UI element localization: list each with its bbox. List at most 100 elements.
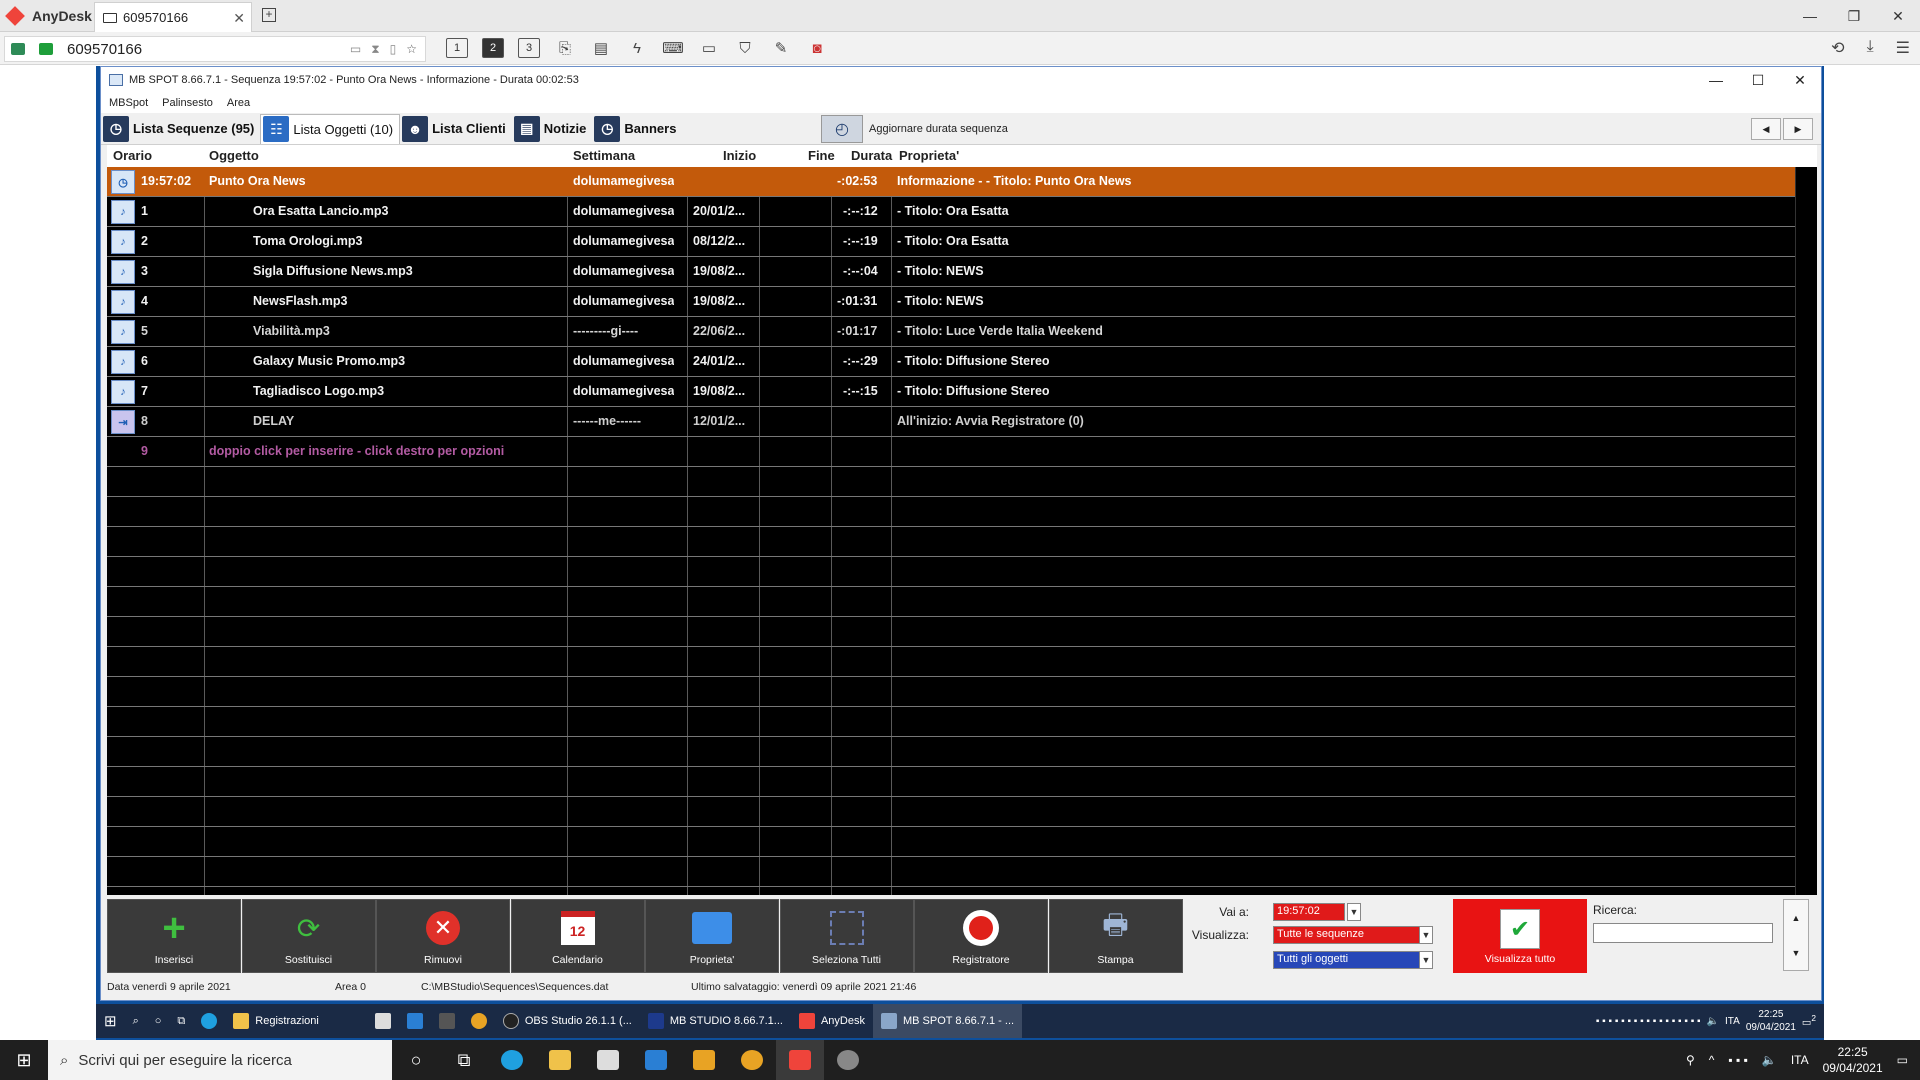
- tray-icons[interactable]: ▪ ▪ ▪: [1728, 1053, 1747, 1067]
- table-row[interactable]: ♪ 7 Tagliadisco Logo.mp3 dolumamegivesa …: [107, 377, 1795, 407]
- table-row[interactable]: ⇥ 8 DELAY ------me------ 12/01/2... All'…: [107, 407, 1795, 437]
- empty-row[interactable]: [107, 707, 1795, 737]
- display-1-button[interactable]: 1: [446, 38, 468, 58]
- explorer-icon[interactable]: [536, 1040, 584, 1080]
- tool-app-icon[interactable]: [824, 1040, 872, 1080]
- remote-task-anydesk[interactable]: AnyDesk: [791, 1004, 873, 1038]
- arrow-left-icon[interactable]: ◀: [1751, 118, 1781, 140]
- close-icon[interactable]: ✕: [1876, 4, 1920, 28]
- empty-row[interactable]: [107, 767, 1795, 797]
- rimuovi-button[interactable]: ✕ Rimuovi: [376, 899, 510, 973]
- menu-icon[interactable]: ☰: [1896, 38, 1910, 58]
- cortana-icon[interactable]: ○: [392, 1040, 440, 1080]
- table-row[interactable]: ♪ 4 NewsFlash.mp3 dolumamegivesa 19/08/2…: [107, 287, 1795, 317]
- stampa-button[interactable]: 🖶 Stampa: [1048, 899, 1183, 973]
- table-row[interactable]: ♪ 1 Ora Esatta Lancio.mp3 dolumamegivesa…: [107, 197, 1795, 227]
- remote-start-button[interactable]: ⊞: [96, 1004, 125, 1038]
- local-language[interactable]: ITA: [1791, 1053, 1809, 1067]
- empty-row[interactable]: [107, 557, 1795, 587]
- anydesk-taskbar-icon[interactable]: [776, 1040, 824, 1080]
- view-objects-select[interactable]: Tutti gli oggetti: [1273, 951, 1433, 969]
- empty-row[interactable]: [107, 797, 1795, 827]
- remote-task-obs[interactable]: OBS Studio 26.1.1 (...: [495, 1004, 640, 1038]
- col-proprieta[interactable]: Proprieta': [899, 148, 959, 163]
- restore-icon[interactable]: ❐: [1832, 4, 1876, 28]
- remote-media-icon[interactable]: [431, 1004, 463, 1038]
- empty-row[interactable]: [107, 587, 1795, 617]
- edge-icon[interactable]: [488, 1040, 536, 1080]
- col-inizio[interactable]: Inizio: [723, 148, 756, 163]
- spin-down-icon[interactable]: ▼: [1792, 948, 1801, 958]
- sequences-dropdown-icon[interactable]: ▼: [1419, 926, 1433, 944]
- people-icon[interactable]: ⚲: [1686, 1053, 1695, 1067]
- table-row[interactable]: ◷ 19:57:02 Punto Ora News dolumamegivesa…: [107, 167, 1795, 197]
- new-tab-icon[interactable]: +: [262, 8, 276, 22]
- tab-lista-oggetti[interactable]: ☷ Lista Oggetti (10): [260, 113, 401, 144]
- table-row[interactable]: ♪ 6 Galaxy Music Promo.mp3 dolumamegives…: [107, 347, 1795, 377]
- minimize-icon[interactable]: —: [1788, 4, 1832, 28]
- spin-up-icon[interactable]: ▲: [1792, 913, 1801, 923]
- volume-icon[interactable]: 🔈: [1762, 1053, 1777, 1067]
- col-durata[interactable]: Durata: [851, 148, 892, 163]
- hourglass-icon[interactable]: ⧗: [371, 42, 379, 57]
- star-icon[interactable]: ☆: [406, 42, 417, 57]
- arrow-right-icon[interactable]: ▶: [1783, 118, 1813, 140]
- remote-taskview-icon[interactable]: ⧉: [169, 1004, 193, 1038]
- objects-dropdown-icon[interactable]: ▼: [1419, 951, 1433, 969]
- permissions-icon[interactable]: ⛉: [734, 38, 756, 58]
- tray-icons[interactable]: ▪ ▪ ▪ ▪ ▪ ▪ ▪ ▪ ▪ ▪ ▪ ▪ ▪ ▪ ▪ ▪ ▪: [1596, 1016, 1701, 1027]
- chat-bubble-icon[interactable]: ▤: [590, 38, 612, 58]
- keyboard-icon[interactable]: ⌨: [662, 38, 684, 58]
- remote-search-icon[interactable]: ⌕: [125, 1004, 147, 1038]
- anydesk-session-tab[interactable]: 609570166 ✕: [94, 2, 252, 32]
- action-center-icon[interactable]: ▭: [1897, 1053, 1908, 1067]
- registratore-button[interactable]: Registratore: [914, 899, 1048, 973]
- proprieta-button[interactable]: Proprieta': [645, 899, 779, 973]
- menu-palinsesto[interactable]: Palinsesto: [162, 97, 213, 109]
- update-duration-button[interactable]: ◴ Aggiornare durata sequenza: [821, 115, 1008, 143]
- empty-row[interactable]: [107, 647, 1795, 677]
- empty-row[interactable]: [107, 617, 1795, 647]
- download-icon[interactable]: ⤓: [1867, 38, 1874, 58]
- empty-row[interactable]: [107, 827, 1795, 857]
- table-row[interactable]: ♪ 5 Viabilità.mp3 ---------gi---- 22/06/…: [107, 317, 1795, 347]
- actions-icon[interactable]: ϟ: [626, 38, 648, 58]
- tab-lista-clienti[interactable]: ☻ Lista Clienti: [400, 114, 512, 144]
- remote-clock[interactable]: 22:25 09/04/2021: [1746, 1008, 1796, 1034]
- insert-hint-row[interactable]: 9 doppio click per inserire - click dest…: [107, 437, 1795, 467]
- empty-row[interactable]: [107, 857, 1795, 887]
- inserisci-button[interactable]: + Inserisci: [107, 899, 241, 973]
- taskview-icon[interactable]: ⧉: [440, 1040, 488, 1080]
- empty-row[interactable]: [107, 497, 1795, 527]
- empty-row[interactable]: [107, 527, 1795, 557]
- chrome-icon[interactable]: [728, 1040, 776, 1080]
- mail-icon[interactable]: [632, 1040, 680, 1080]
- address-bar[interactable]: 609570166 ▭ ⧗ ▯ ☆: [4, 36, 426, 62]
- chat-icon[interactable]: ▭: [350, 42, 361, 57]
- whiteboard-icon[interactable]: ✎: [770, 38, 792, 58]
- display-icon[interactable]: ▭: [698, 38, 720, 58]
- search-input[interactable]: [1593, 923, 1773, 943]
- empty-row[interactable]: [107, 677, 1795, 707]
- file-transfer-icon[interactable]: ⎘: [554, 38, 576, 58]
- seleziona-tutti-button[interactable]: Seleziona Tutti: [779, 899, 914, 973]
- calendario-button[interactable]: 12 Calendario: [510, 899, 645, 973]
- maximize-icon[interactable]: ☐: [1737, 67, 1779, 93]
- table-row[interactable]: ♪ 3 Sigla Diffusione News.mp3 dolumamegi…: [107, 257, 1795, 287]
- remote-task-registrazioni[interactable]: Registrazioni: [225, 1004, 327, 1038]
- taskbar-search[interactable]: ⌕ Scrivi qui per eseguire la ricerca: [48, 1040, 392, 1080]
- col-orario[interactable]: Orario: [113, 148, 152, 163]
- col-oggetto[interactable]: Oggetto: [209, 148, 259, 163]
- remote-task-mbspot[interactable]: MB SPOT 8.66.7.1 - ...: [873, 1004, 1023, 1038]
- minimize-icon[interactable]: —: [1695, 67, 1737, 93]
- empty-row[interactable]: [107, 737, 1795, 767]
- notification-icon[interactable]: ▭2: [1802, 1013, 1816, 1028]
- remote-mail-icon[interactable]: [399, 1004, 431, 1038]
- remote-chrome-icon[interactable]: [463, 1004, 495, 1038]
- tab-lista-sequenze[interactable]: ◷ Lista Sequenze (95): [101, 114, 260, 144]
- remote-edge-icon[interactable]: [193, 1004, 225, 1038]
- col-fine[interactable]: Fine: [808, 148, 835, 163]
- close-icon[interactable]: ✕: [1779, 67, 1821, 93]
- col-settimana[interactable]: Settimana: [573, 148, 635, 163]
- visualizza-tutto-button[interactable]: ✔ Visualizza tutto: [1453, 899, 1587, 973]
